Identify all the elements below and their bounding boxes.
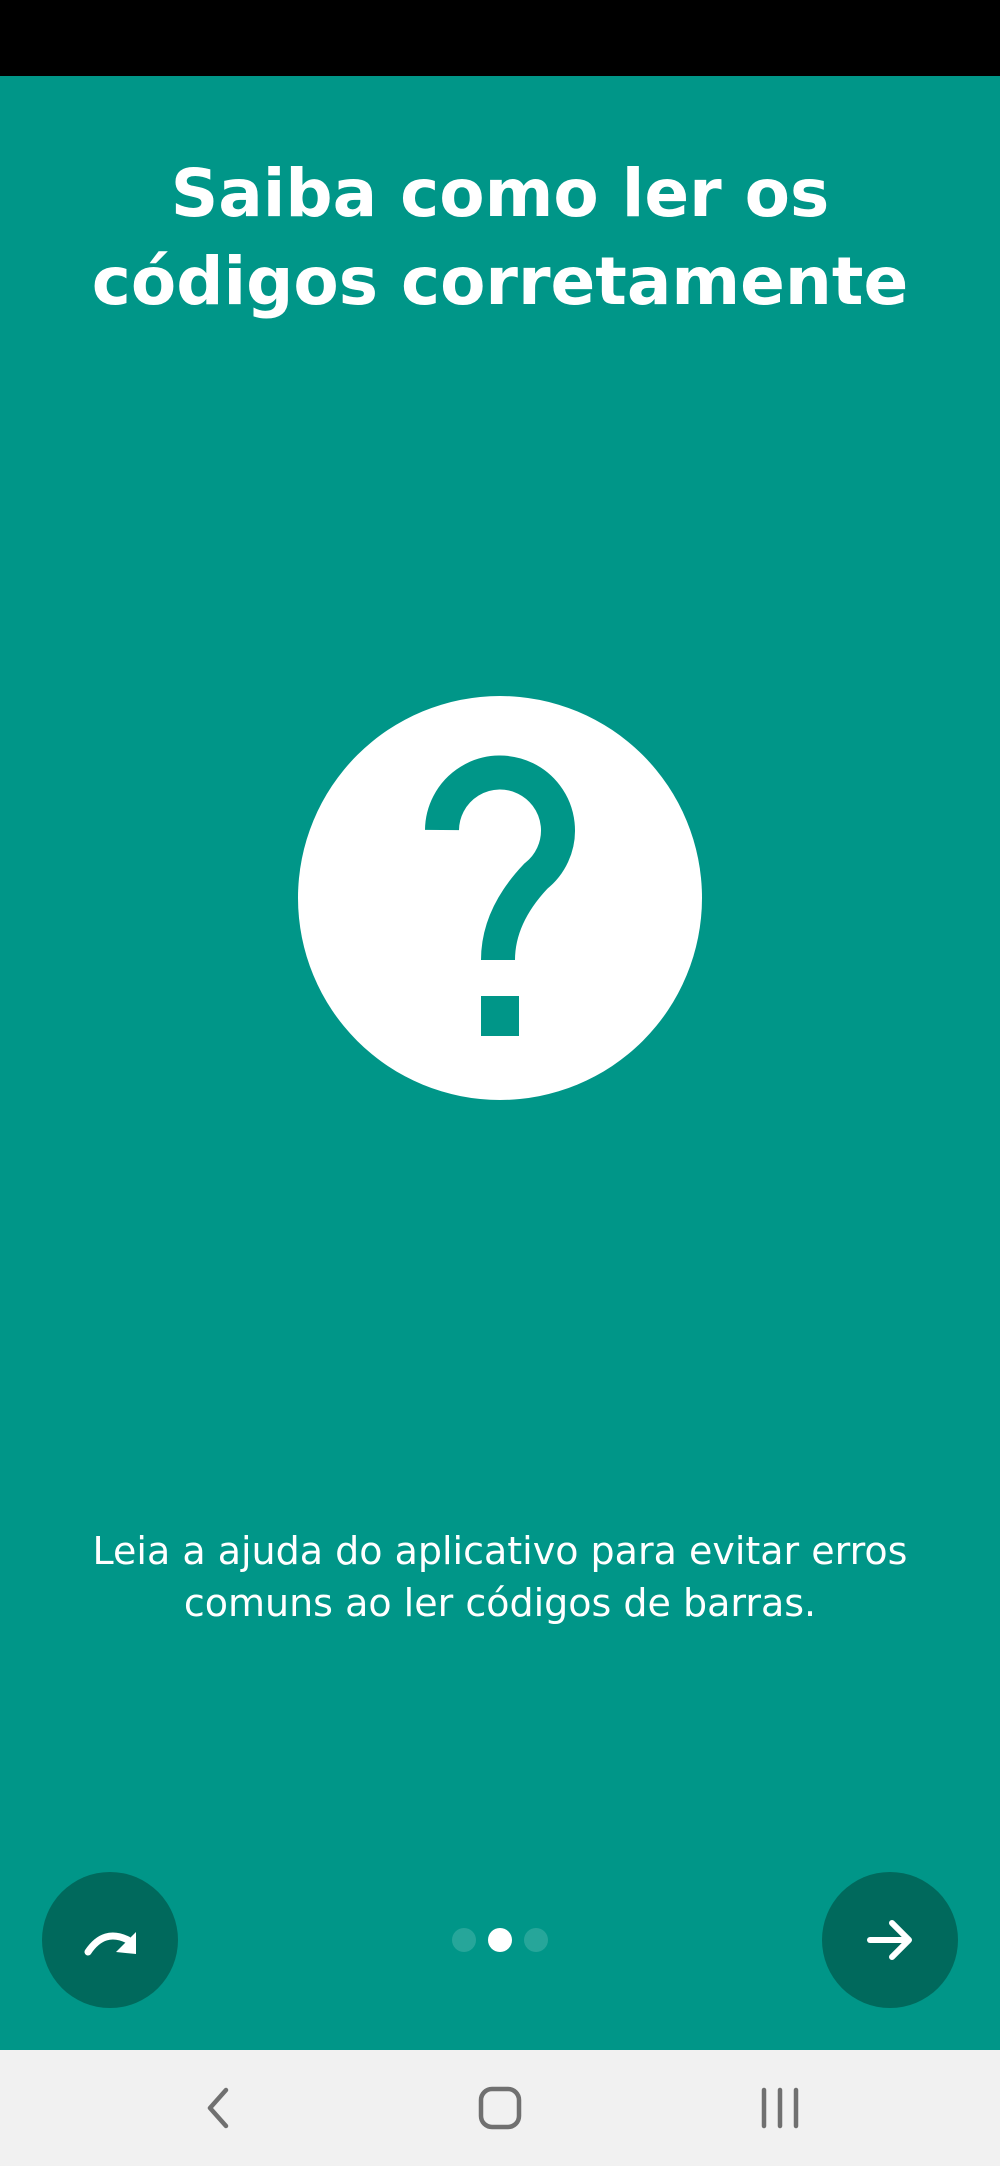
nav-recents-button[interactable]: [740, 2068, 820, 2148]
page-dot: [524, 1928, 548, 1952]
chevron-left-icon: [207, 2087, 229, 2129]
page-dot: [452, 1928, 476, 1952]
nav-back-button[interactable]: [178, 2068, 258, 2148]
description-text: Leia a ajuda do aplicativo para evitar e…: [92, 1529, 908, 1625]
redo-arrow-icon: [84, 1932, 136, 1956]
help-circle-icon: [298, 696, 702, 1100]
status-bar: [0, 0, 1000, 76]
skip-button[interactable]: [42, 1872, 178, 2008]
page-title: Saiba como ler os códigos corretamente: [91, 155, 909, 320]
recent-apps-icon: [761, 2087, 799, 2129]
system-nav-bar: [0, 2050, 1000, 2166]
home-outline-icon: [478, 2086, 522, 2130]
page-dot-active: [488, 1928, 512, 1952]
arrow-right-icon: [867, 1920, 912, 1960]
next-button[interactable]: [822, 1872, 958, 2008]
page-indicator: [448, 1925, 552, 1955]
nav-home-button[interactable]: [460, 2068, 540, 2148]
